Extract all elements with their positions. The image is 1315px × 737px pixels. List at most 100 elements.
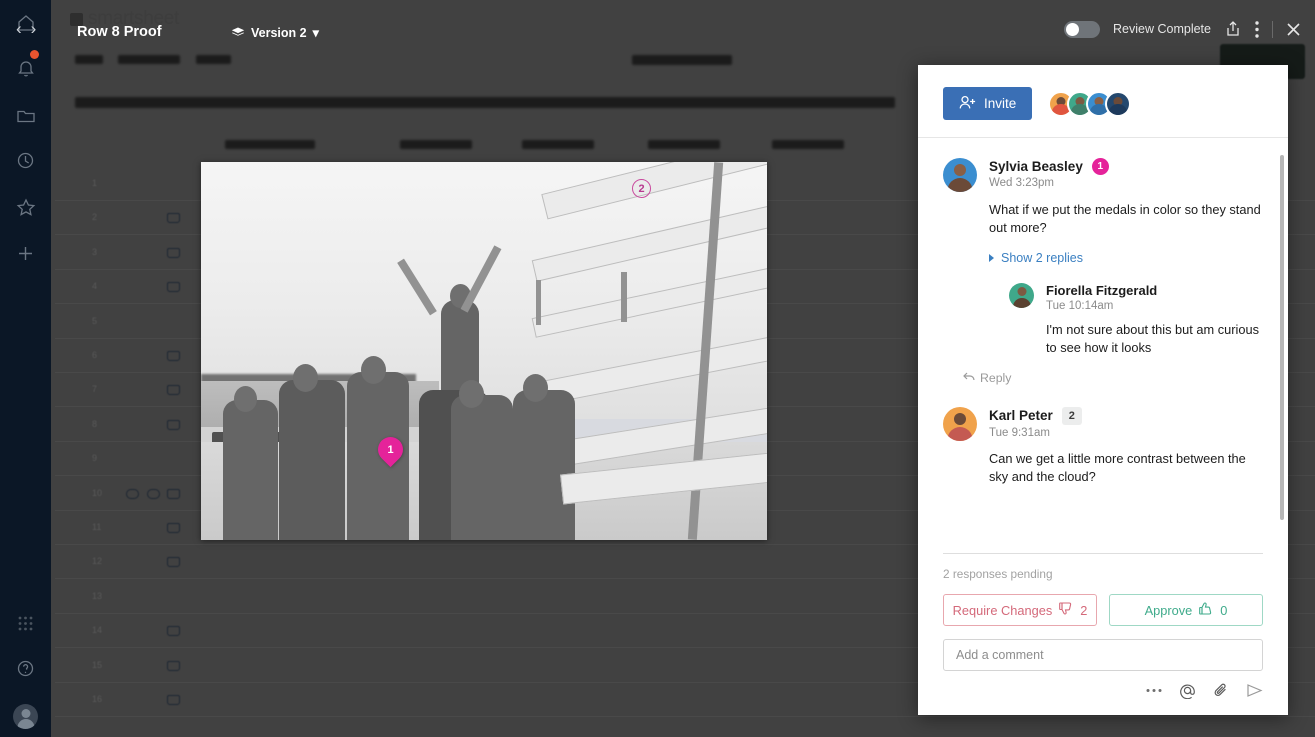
version-label: Version 2 bbox=[251, 25, 307, 40]
toggle-knob bbox=[1066, 22, 1080, 36]
comment-item: Sylvia Beasley 1 Wed 3:23pm What if we p… bbox=[943, 158, 1263, 385]
grid-row-number: 15 bbox=[92, 659, 103, 670]
chevron-down-icon: ▾ bbox=[312, 26, 319, 40]
grid-row-number: 12 bbox=[92, 556, 103, 567]
comment-author-row: Karl Peter 2 bbox=[989, 406, 1082, 425]
require-changes-button[interactable]: Require Changes 2 bbox=[943, 594, 1097, 626]
annotation-pin-1-label: 1 bbox=[387, 443, 394, 456]
approve-button[interactable]: Approve 0 bbox=[1109, 594, 1263, 626]
proof-toolbar-actions: Review Complete bbox=[1064, 20, 1301, 38]
grid-row-number: 1 bbox=[92, 178, 98, 188]
version-selector[interactable]: Version 2 ▾ bbox=[231, 25, 319, 40]
forward-arrow-icon[interactable]: › bbox=[31, 20, 37, 37]
send-icon[interactable] bbox=[1246, 683, 1263, 698]
add-comment-input[interactable] bbox=[943, 639, 1263, 671]
comment-marker-badge[interactable]: 1 bbox=[1091, 158, 1109, 175]
row-attachment-icon bbox=[167, 351, 180, 361]
layers-icon bbox=[231, 27, 245, 39]
comment-action-icons bbox=[943, 682, 1263, 699]
attach-icon[interactable] bbox=[1213, 682, 1229, 699]
collaborator-avatars[interactable] bbox=[1048, 90, 1132, 117]
row-attachment-icon bbox=[167, 385, 180, 396]
add-person-icon bbox=[959, 95, 976, 113]
comment-marker-badge[interactable]: 2 bbox=[1061, 406, 1082, 425]
grid-row-number: 3 bbox=[92, 246, 98, 257]
thumbs-up-icon bbox=[1199, 602, 1213, 618]
account-avatar[interactable] bbox=[13, 704, 38, 729]
row-attachment-icon bbox=[167, 626, 180, 637]
decision-buttons: Require Changes 2 Approve 0 bbox=[943, 594, 1263, 626]
close-icon[interactable] bbox=[1286, 22, 1301, 37]
grid-row-number: 4 bbox=[92, 281, 98, 292]
create-icon[interactable] bbox=[0, 238, 51, 268]
annotation-marker-2[interactable]: 2 bbox=[632, 179, 651, 198]
panel-footer: 2 responses pending Require Changes 2 Ap… bbox=[918, 553, 1288, 715]
toolbar-divider bbox=[1272, 20, 1273, 38]
avatar bbox=[943, 158, 977, 192]
folder-icon[interactable] bbox=[0, 100, 51, 130]
mention-icon[interactable] bbox=[1179, 682, 1196, 699]
kebab-menu-icon[interactable] bbox=[1255, 20, 1259, 38]
show-replies-link[interactable]: Show 2 replies bbox=[989, 251, 1263, 265]
row-comment-icon bbox=[126, 488, 139, 499]
apps-grid-icon[interactable] bbox=[0, 608, 51, 638]
reply-item: Fiorella Fitzgerald Tue 10:14am I'm not … bbox=[1009, 283, 1263, 357]
footer-divider bbox=[943, 553, 1263, 554]
proof-review-screen: 1 2 3 4 5 6 7 8 9 10 11 12 13 14 15 16 ‹… bbox=[0, 0, 1315, 737]
share-icon[interactable] bbox=[1224, 20, 1242, 38]
notifications-icon[interactable] bbox=[0, 50, 51, 83]
reply-author: Fiorella Fitzgerald bbox=[1046, 283, 1158, 299]
annotation-marker-2-label: 2 bbox=[638, 182, 645, 195]
grid-row-number: 7 bbox=[92, 384, 98, 395]
grid-row-number: 16 bbox=[92, 694, 103, 704]
approve-label: Approve bbox=[1144, 602, 1193, 618]
grid-row-number: 6 bbox=[92, 350, 98, 360]
require-changes-count: 2 bbox=[1080, 602, 1088, 618]
grid-row-number: 9 bbox=[92, 453, 98, 464]
approve-count: 0 bbox=[1220, 602, 1228, 618]
review-complete-toggle[interactable] bbox=[1064, 20, 1101, 38]
reply-label: Reply bbox=[980, 370, 1012, 385]
row-attachment-icon bbox=[167, 247, 180, 258]
grid-row-number: 11 bbox=[92, 522, 102, 532]
grid-row-number: 5 bbox=[92, 315, 98, 326]
avatar bbox=[1009, 283, 1034, 309]
favorites-icon[interactable] bbox=[0, 192, 51, 222]
notification-badge bbox=[30, 50, 39, 59]
panel-header: Invite bbox=[918, 65, 1288, 138]
thumbs-down-icon bbox=[1059, 602, 1073, 618]
row-comment-icon bbox=[147, 488, 160, 499]
reply-timestamp: Tue 10:14am bbox=[1046, 300, 1114, 313]
proof-photo bbox=[201, 162, 767, 540]
back-arrow-icon[interactable]: ‹ bbox=[16, 20, 22, 37]
grid-row-number: 8 bbox=[92, 418, 98, 429]
proof-image[interactable] bbox=[201, 162, 767, 540]
nav-arrows[interactable]: ‹ › bbox=[16, 20, 36, 37]
page-title: Row 8 Proof bbox=[77, 24, 162, 40]
help-icon[interactable] bbox=[0, 653, 51, 683]
show-replies-label: Show 2 replies bbox=[1001, 251, 1083, 266]
row-attachment-icon bbox=[167, 557, 180, 568]
grid-row-number: 14 bbox=[92, 625, 103, 636]
comment-text: Can we get a little more contrast betwee… bbox=[989, 450, 1246, 484]
invite-button[interactable]: Invite bbox=[943, 87, 1033, 120]
comment-text: What if we put the medals in color so th… bbox=[989, 202, 1261, 236]
grid-row-number: 2 bbox=[92, 212, 98, 223]
avatar bbox=[943, 406, 977, 441]
collaborator-avatar[interactable] bbox=[1105, 90, 1132, 117]
triangle-right-icon bbox=[989, 254, 994, 263]
comment-author: Karl Peter bbox=[989, 408, 1053, 424]
invite-button-label: Invite bbox=[984, 96, 1017, 111]
panel-scrollbar[interactable] bbox=[1280, 155, 1284, 520]
grid-row-line bbox=[55, 716, 1315, 717]
row-attachment-icon bbox=[167, 282, 180, 293]
recents-icon[interactable] bbox=[0, 145, 51, 175]
comment-thread[interactable]: Sylvia Beasley 1 Wed 3:23pm What if we p… bbox=[918, 138, 1288, 553]
left-nav-rail[interactable] bbox=[0, 0, 51, 737]
comment-author-row: Sylvia Beasley 1 bbox=[989, 158, 1109, 175]
reply-button[interactable]: Reply bbox=[963, 371, 1263, 385]
more-options-icon[interactable] bbox=[1146, 688, 1162, 693]
row-attachment-icon bbox=[167, 695, 180, 705]
comment-timestamp: Wed 3:23pm bbox=[989, 177, 1054, 189]
require-changes-label: Require Changes bbox=[952, 602, 1053, 618]
